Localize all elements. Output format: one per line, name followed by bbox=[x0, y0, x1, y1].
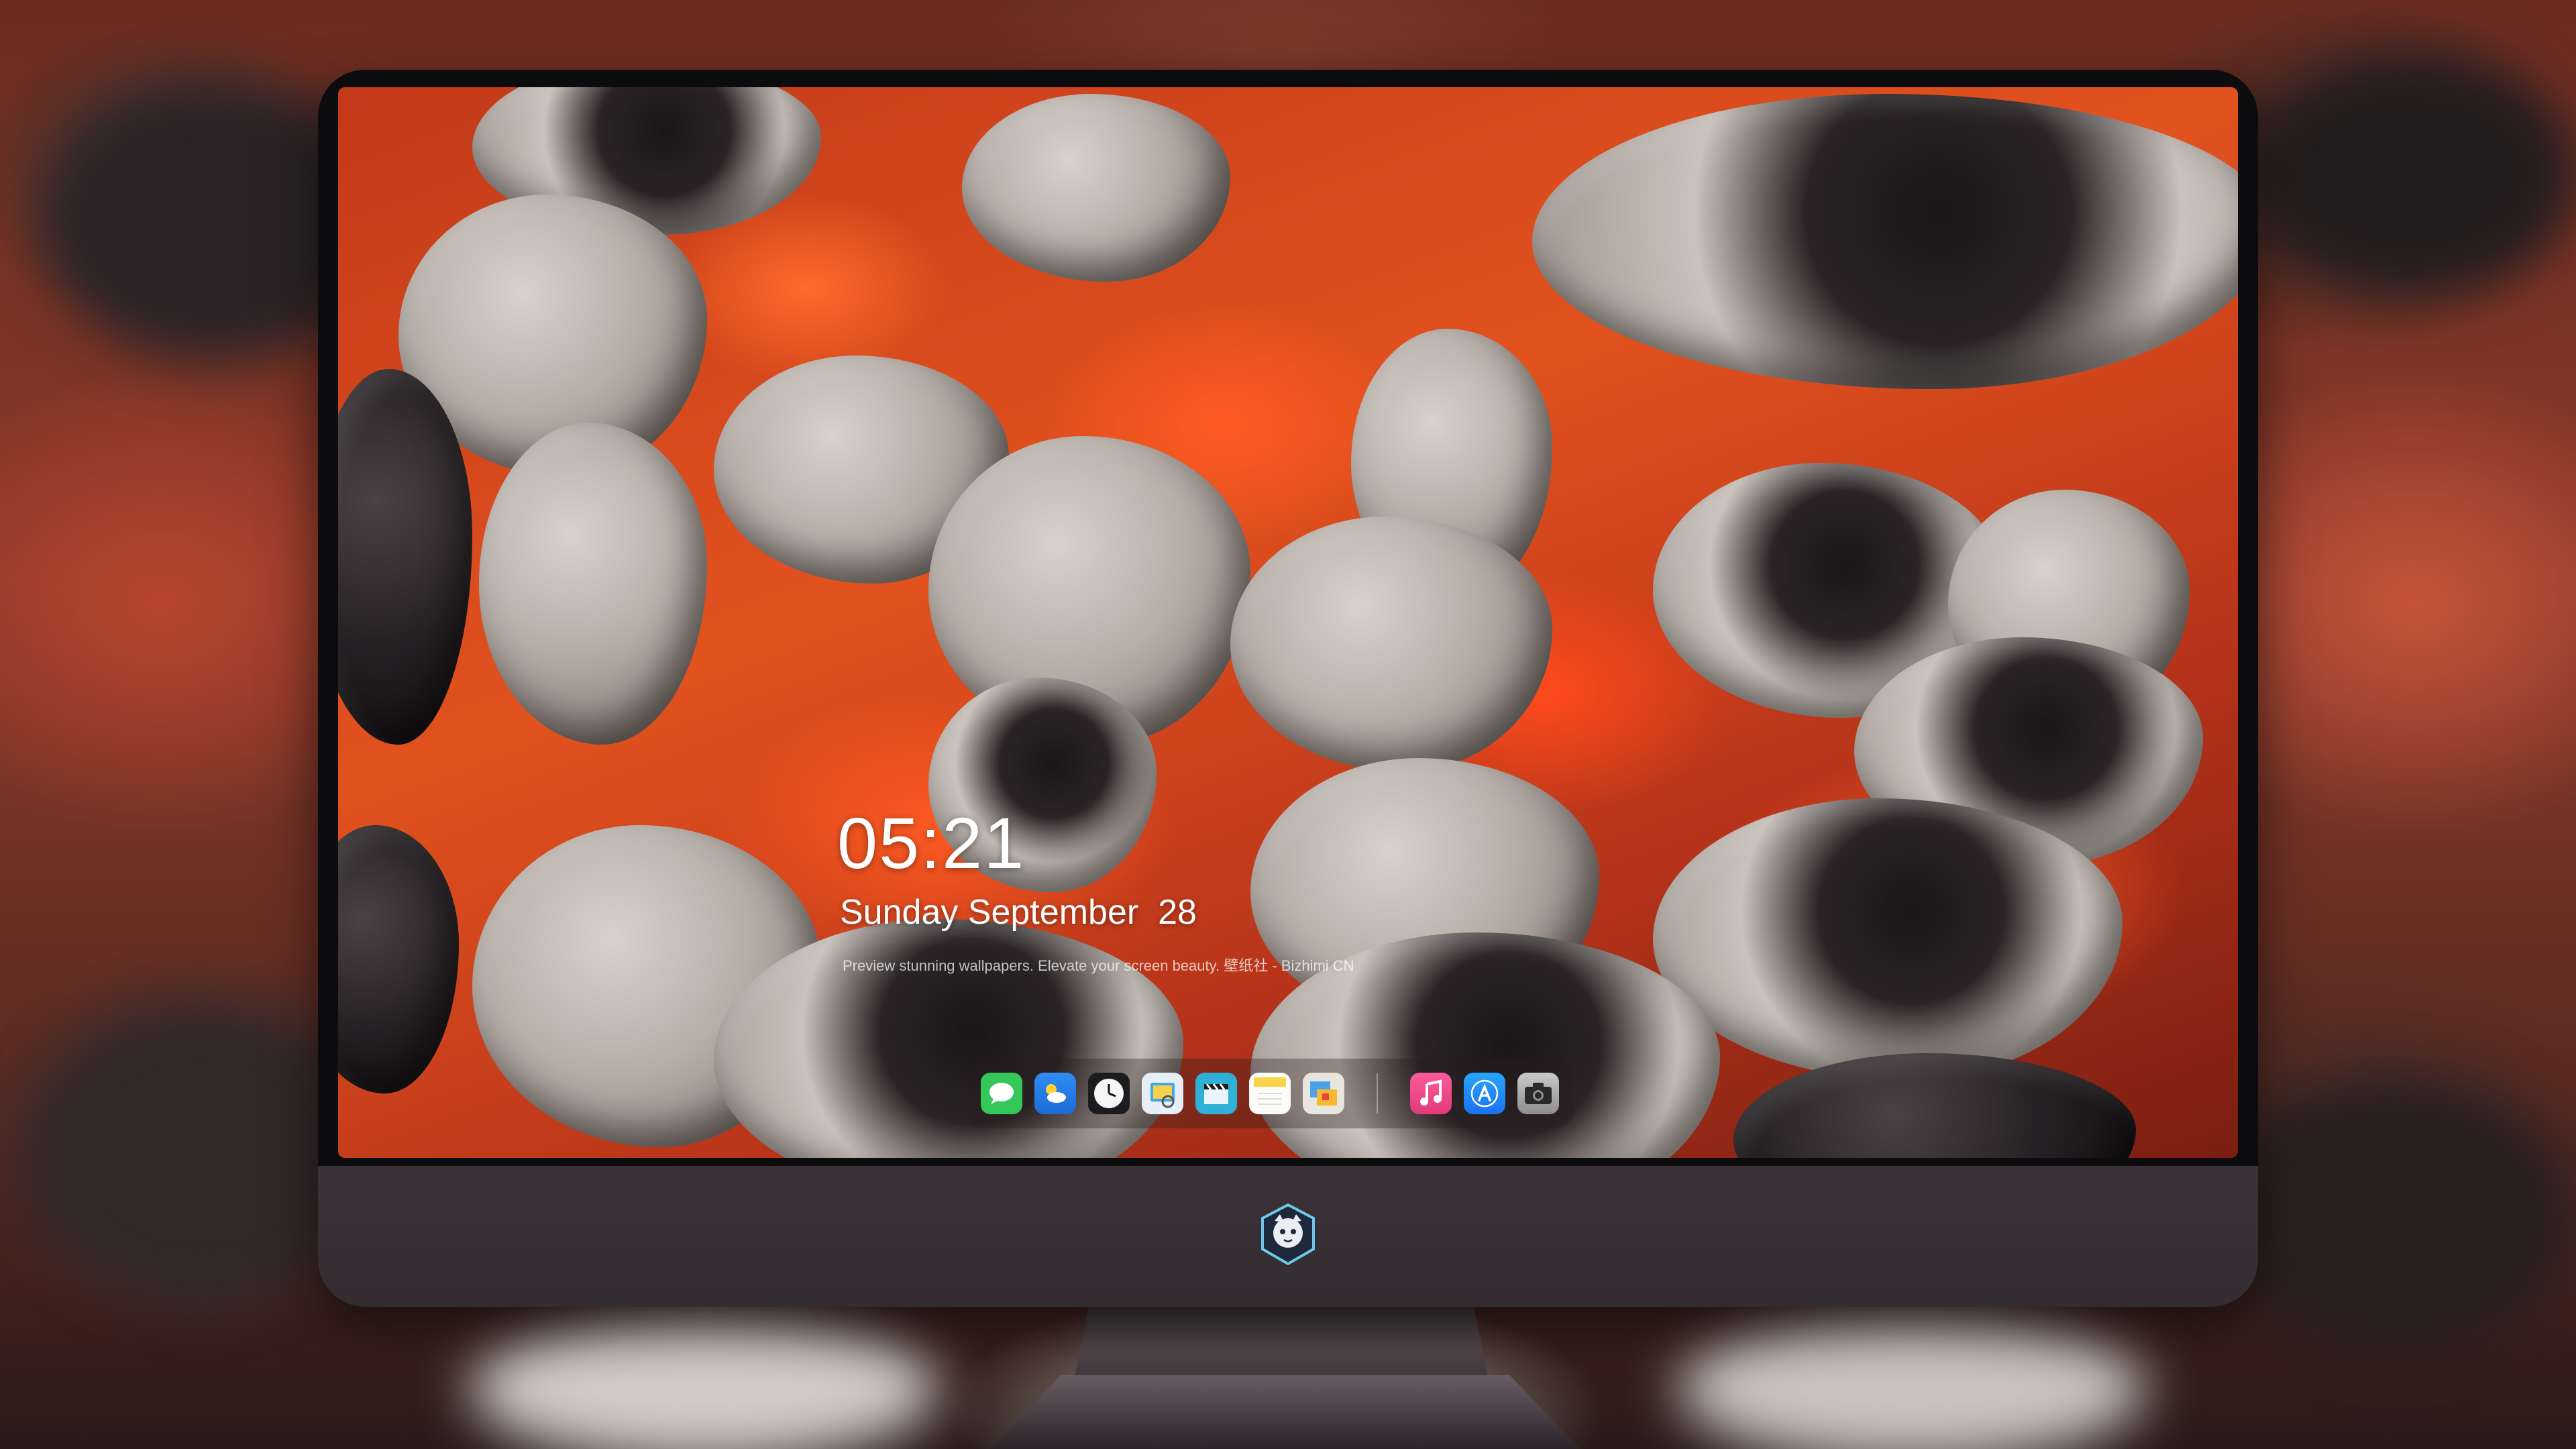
monitor: 05:21 Sunday September 28 Preview stunni… bbox=[318, 70, 2258, 1307]
monitor-stand-neck bbox=[1073, 1301, 1489, 1382]
music-icon[interactable] bbox=[1410, 1073, 1452, 1114]
wallpaper-tagline: Preview stunning wallpapers. Elevate you… bbox=[843, 957, 1354, 974]
wallpaper-coal bbox=[1532, 94, 2238, 389]
dock-separator bbox=[1377, 1073, 1378, 1114]
monitor-stand-base bbox=[990, 1375, 1580, 1449]
page: 05:21 Sunday September 28 Preview stunni… bbox=[0, 0, 2576, 1449]
photos-icon[interactable] bbox=[1303, 1073, 1344, 1114]
clock-date: Sunday September 28 bbox=[840, 893, 1197, 932]
desktop-screen: 05:21 Sunday September 28 Preview stunni… bbox=[338, 87, 2238, 1158]
wallpaper-coal bbox=[479, 423, 707, 745]
messages-icon[interactable] bbox=[981, 1073, 1022, 1114]
weather-icon[interactable] bbox=[1034, 1073, 1076, 1114]
wallpaper-coal bbox=[1733, 1053, 2136, 1158]
dock bbox=[966, 1059, 1574, 1128]
background-coal-blur bbox=[2214, 1073, 2576, 1355]
wallpaper-coal bbox=[1653, 798, 2123, 1080]
app-store-icon[interactable] bbox=[1464, 1073, 1505, 1114]
clapper-icon[interactable] bbox=[1195, 1073, 1237, 1114]
clock-time: 05:21 bbox=[837, 802, 1026, 883]
monitor-logo-icon bbox=[1254, 1201, 1322, 1268]
wallpaper-coal bbox=[962, 94, 1230, 282]
wallpaper-coal bbox=[1230, 517, 1552, 771]
camera-icon[interactable] bbox=[1517, 1073, 1559, 1114]
preview-icon[interactable] bbox=[1142, 1073, 1183, 1114]
clock-icon[interactable] bbox=[1088, 1073, 1130, 1114]
notes-icon[interactable] bbox=[1249, 1073, 1291, 1114]
background-coal-blur bbox=[2254, 54, 2576, 295]
wallpaper-coal bbox=[338, 825, 459, 1093]
